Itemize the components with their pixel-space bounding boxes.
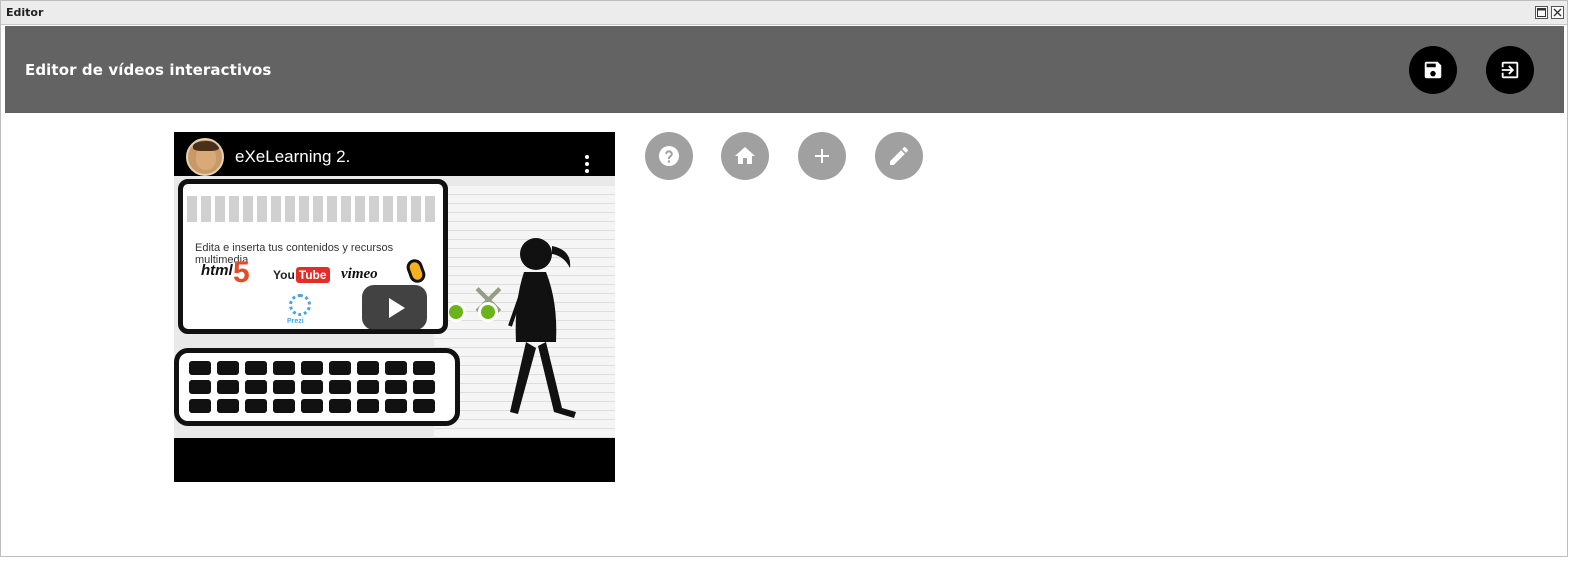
help-button[interactable] [645,132,693,180]
cc-badge-icon [446,302,466,322]
prezi-logo-text: Prezi [287,318,304,325]
edit-button[interactable] [875,132,923,180]
close-button[interactable] [1551,6,1564,19]
play-button[interactable] [362,285,427,330]
html5-logo-text: html [201,262,233,279]
maximize-button[interactable] [1535,6,1548,19]
close-icon [1553,8,1562,17]
window-titlebar: Editor [1,1,1567,25]
exit-icon [1501,61,1519,79]
html5-logo-number: 5 [233,256,250,289]
plus-icon [815,149,829,163]
save-button[interactable] [1409,46,1457,94]
video-player[interactable]: ✕ Edita e inserta tus contenidos y recur… [174,132,615,482]
channel-avatar[interactable] [186,138,224,176]
maximize-icon [1537,8,1546,17]
editor-heading: Editor de vídeos interactivos [25,60,272,79]
pencil-icon [890,146,909,165]
more-vertical-icon[interactable] [585,155,589,173]
editor-content: Editor de vídeos interactivos ✕ [5,26,1564,556]
cc-badge-icon [478,302,498,322]
thumbnail-keyboard [174,348,460,426]
thumbnail-toolbar [187,196,437,222]
play-icon [388,297,405,318]
walking-figure-illustration [508,238,576,418]
video-top-bar: eXeLearning 2. [174,132,615,182]
floppy-disk-icon [1424,61,1442,79]
video-title[interactable]: eXeLearning 2. [235,147,350,167]
youtube-logo: You Tube [273,267,330,283]
home-button[interactable] [721,132,769,180]
add-button[interactable] [798,132,846,180]
vimeo-logo: vimeo [341,266,378,282]
prezi-logo-icon [289,294,311,316]
editor-header: Editor de vídeos interactivos [5,26,1564,113]
window-title: Editor [6,6,44,19]
home-icon [735,147,755,164]
editor-window: Editor Editor de vídeos interactivos Edi… [0,0,1568,557]
exit-button[interactable] [1486,46,1534,94]
help-icon [659,146,679,166]
